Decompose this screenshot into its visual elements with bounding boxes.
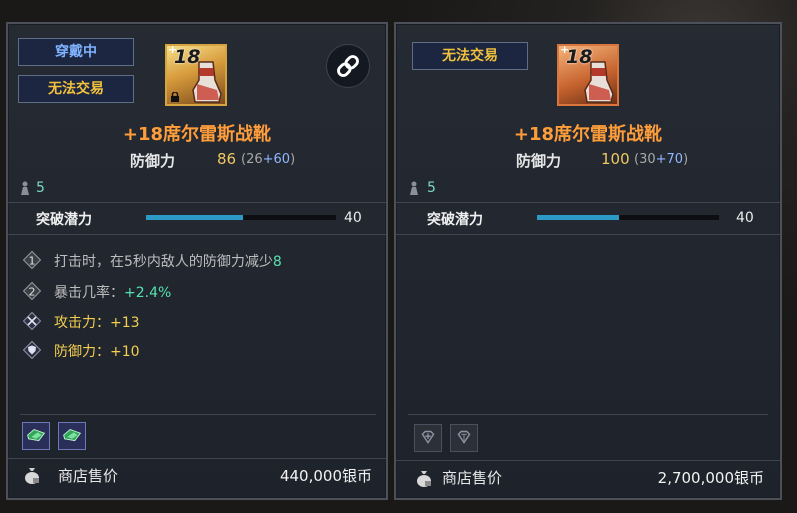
weight-icon	[410, 181, 418, 195]
divider	[8, 202, 386, 203]
potential-bar	[537, 215, 719, 220]
potential-bar	[146, 215, 336, 220]
item-tooltip-equipped: 穿戴中 无法交易 + 18 +18席尔雷斯战靴 防御力 86 (26+60) 5…	[6, 22, 388, 500]
shop-price-value: 2,700,000银币	[657, 469, 764, 487]
money-bag-icon	[25, 468, 39, 484]
shop-price-label: 商店售价	[58, 467, 119, 485]
divider	[8, 458, 386, 459]
defense-label: 防御力	[516, 152, 562, 170]
gem-icon	[27, 428, 46, 442]
potential-label: 突破潜力	[427, 212, 483, 228]
weight-value: 5	[36, 180, 45, 196]
effect-text: 暴击几率：	[54, 285, 124, 301]
defense-label: 防御力	[130, 152, 176, 170]
gem-slot[interactable]	[58, 422, 86, 450]
boot-icon	[584, 61, 614, 103]
divider	[396, 460, 780, 461]
divider	[8, 234, 386, 235]
untradable-tag: 无法交易	[18, 75, 134, 103]
item-icon[interactable]: + 18	[557, 44, 619, 106]
link-button[interactable]	[326, 44, 370, 88]
shop-price-value: 440,000银币	[279, 467, 372, 485]
gem-slot[interactable]	[22, 422, 50, 450]
defense-detail: (26+60)	[241, 152, 296, 167]
weight-icon	[21, 181, 29, 195]
item-name: +18席尔雷斯战靴	[122, 124, 272, 145]
money-bag-icon	[417, 471, 431, 487]
empty-gem-icon	[421, 430, 435, 444]
boot-icon	[192, 61, 222, 103]
defense-base: 30	[639, 152, 656, 167]
divider	[396, 234, 780, 235]
svg-text:2: 2	[29, 286, 36, 299]
defense-value: 86	[217, 150, 237, 168]
weight-value: 5	[427, 180, 436, 196]
divider	[20, 414, 376, 415]
equipped-tag: 穿戴中	[18, 38, 134, 66]
badge-one-icon: 1	[22, 250, 42, 270]
potential-label: 突破潜力	[36, 212, 92, 228]
swords-icon	[22, 311, 42, 331]
shield-icon	[22, 340, 42, 360]
empty-gem-icon	[457, 430, 471, 444]
gem-slot-empty[interactable]	[414, 424, 442, 452]
link-icon	[337, 55, 359, 77]
gem-icon	[63, 428, 82, 442]
item-tooltip-compare: 无法交易 + 18 +18席尔雷斯战靴 防御力 100 (30+70) 5 突破…	[394, 22, 782, 500]
effect-text: 攻击力：+13	[54, 315, 140, 331]
potential-bar-fill	[537, 215, 619, 220]
divider	[408, 414, 768, 415]
potential-bar-fill	[146, 215, 243, 220]
shop-price-label: 商店售价	[442, 469, 503, 487]
effect-text: 防御力：+10	[54, 344, 140, 360]
effect-value: 8	[272, 254, 282, 270]
effect-text: 打击时，在5秒内敌人的防御力减少	[54, 254, 273, 270]
defense-detail: (30+70)	[634, 152, 689, 167]
defense-bonus: +60	[262, 152, 291, 167]
untradable-tag: 无法交易	[412, 42, 528, 70]
gem-slot-empty[interactable]	[450, 424, 478, 452]
potential-value: 40	[736, 210, 754, 226]
defense-base: 26	[246, 152, 263, 167]
divider	[396, 202, 780, 203]
item-icon[interactable]: + 18	[165, 44, 227, 106]
defense-bonus: +70	[655, 152, 684, 167]
svg-text:1: 1	[29, 255, 36, 268]
effect-value: +2.4%	[124, 285, 172, 301]
defense-value: 100	[601, 150, 630, 168]
lock-icon	[171, 92, 179, 102]
potential-value: 40	[344, 210, 362, 226]
item-name: +18席尔雷斯战靴	[513, 124, 663, 145]
badge-two-icon: 2	[22, 281, 42, 301]
